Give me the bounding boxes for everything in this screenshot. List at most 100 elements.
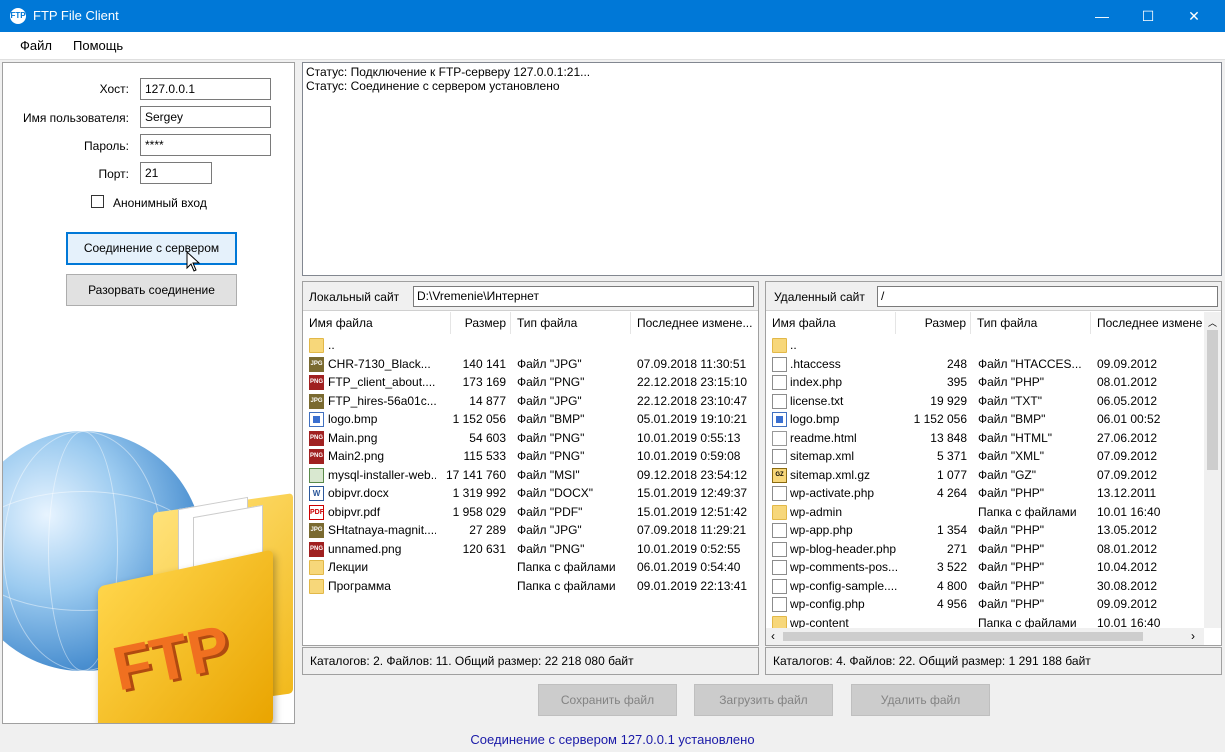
file-row[interactable]: Программа Папка с файлами 09.01.2019 22:13…	[303, 577, 758, 596]
file-name: FTP_hires-56a01c...	[328, 393, 436, 408]
file-row[interactable]: Wobipvr.docx 1 319 992 Файл "DOCX" 15.01.20…	[303, 484, 758, 503]
password-label: Пароль:	[84, 139, 129, 153]
remote-col-name[interactable]: Имя файла	[766, 312, 896, 334]
file-type: Папка с файлами	[517, 578, 616, 593]
file-row[interactable]: wp-activate.php 4 264 Файл "PHP" 13.12.2011	[766, 484, 1202, 503]
menu-file[interactable]: Файл	[20, 38, 52, 53]
remote-site-label: Удаленный сайт	[774, 290, 865, 304]
window-title: FTP File Client	[33, 8, 119, 23]
file-row[interactable]: ..	[303, 336, 758, 355]
scroll-left-icon[interactable]: ‹	[771, 629, 775, 643]
remote-col-type[interactable]: Тип файла	[971, 312, 1091, 334]
port-input[interactable]: 21	[140, 162, 212, 184]
disconnect-button[interactable]: Разорвать соединение	[66, 274, 237, 306]
remote-col-date[interactable]: Последнее измене	[1091, 312, 1204, 334]
file-type: Файл "PHP"	[978, 541, 1045, 556]
file-date: 22.12.2018 23:15:10	[637, 375, 748, 389]
file-name: wp-comments-pos...	[790, 560, 898, 574]
file-row[interactable]: PNG unnamed.png 120 631 Файл "PNG" 10.01.201…	[303, 540, 758, 559]
scroll-up-icon[interactable]: ︿	[1208, 316, 1217, 329]
menu-help[interactable]: Помощь	[73, 38, 123, 53]
file-date: 08.01.2012	[1097, 375, 1158, 389]
local-col-size[interactable]: Размер	[451, 312, 511, 334]
file-date: 13.12.2011	[1097, 486, 1157, 500]
file-name: Main.png	[328, 430, 378, 445]
file-size: 1 152 056	[452, 412, 506, 426]
file-size: 27 289	[469, 523, 506, 537]
file-row[interactable]: .htaccess 248 Файл "HTACCES... 09.09.2012	[766, 355, 1202, 374]
png-file-icon: PNG	[309, 541, 324, 557]
file-row[interactable]: JPG SHtatnaya-magnit.... 27 289 Файл "JPG" 0…	[303, 521, 758, 540]
file-row[interactable]: wp-app.php 1 354 Файл "PHP" 13.05.2012	[766, 521, 1202, 540]
scroll-thumb[interactable]	[1207, 330, 1218, 470]
file-row[interactable]: wp-blog-header.php 271 Файл "PHP" 08.01.201…	[766, 540, 1202, 559]
menu-bar: Файл Помощь	[0, 32, 1225, 60]
file-name: .htaccess	[790, 356, 841, 371]
file-row[interactable]: sitemap.xml 5 371 Файл "XML" 07.09.2012	[766, 447, 1202, 466]
remote-col-size[interactable]: Размер	[896, 312, 971, 334]
upload-file-button[interactable]: Загрузить файл	[694, 684, 833, 716]
remote-path-input[interactable]: /	[877, 286, 1218, 307]
close-button[interactable]: ✕	[1171, 0, 1217, 32]
file-row[interactable]: JPG FTP_hires-56a01c... 14 877 Файл "JPG" 22…	[303, 392, 758, 411]
status-log[interactable]: Статус: Подключение к FTP-серверу 127.0.…	[302, 62, 1222, 276]
remote-horizontal-scrollbar[interactable]: ‹ ›	[766, 628, 1204, 645]
file-row[interactable]: wp-comments-pos... 3 522 Файл "PHP" 10.04.2…	[766, 558, 1202, 577]
file-row[interactable]: GZ sitemap.xml.gz 1 077 Файл "GZ" 07.09.2012	[766, 466, 1202, 485]
file-icon	[772, 578, 787, 594]
anonymous-checkbox[interactable]	[91, 195, 104, 208]
file-size: 1 354	[936, 523, 967, 537]
file-name: index.php	[790, 375, 843, 389]
scroll-thumb-horizontal[interactable]	[783, 632, 1143, 641]
host-label: Хост:	[99, 82, 129, 96]
save-file-button[interactable]: Сохранить файл	[538, 684, 677, 716]
file-row[interactable]: Лекции Папка с файлами 06.01.2019 0:54:40	[303, 558, 758, 577]
file-row[interactable]: PNG Main2.png 115 533 Файл "PNG" 10.01.2019 …	[303, 447, 758, 466]
file-row[interactable]: logo.bmp 1 152 056 Файл "BMP" 06.01 00:52	[766, 410, 1202, 429]
file-row[interactable]: JPG CHR-7130_Black... 140 141 Файл "JPG" 07.…	[303, 355, 758, 374]
file-size: 120 631	[462, 541, 506, 556]
local-col-date[interactable]: Последнее измене...	[631, 312, 758, 334]
file-row[interactable]: logo.bmp 1 152 056 Файл "BMP" 05.01.2019 19…	[303, 410, 758, 429]
password-input[interactable]: ****	[140, 134, 271, 156]
file-date: 06.01.2019 0:54:40	[637, 560, 741, 574]
file-row[interactable]: ..	[766, 336, 1202, 355]
file-row[interactable]: PNG FTP_client_about.... 173 169 Файл "PNG"…	[303, 373, 758, 392]
file-row[interactable]: index.php 395 Файл "PHP" 08.01.2012	[766, 373, 1202, 392]
file-row[interactable]: mysql-installer-web... 17 141 760 Файл "MS…	[303, 466, 758, 485]
file-row[interactable]: PNG Main.png 54 603 Файл "PNG" 10.01.2019 0:…	[303, 429, 758, 448]
file-date: 22.12.2018 23:10:47	[637, 393, 748, 408]
username-input[interactable]: Sergey	[140, 106, 271, 128]
file-size: 19 929	[930, 393, 967, 408]
file-date: 05.01.2019 19:10:21	[637, 412, 748, 426]
file-type: Файл "HTML"	[978, 430, 1053, 445]
file-row[interactable]: license.txt 19 929 Файл "TXT" 06.05.2012	[766, 392, 1202, 411]
minimize-button[interactable]: —	[1079, 0, 1125, 32]
file-row[interactable]: wp-config.php 4 956 Файл "PHP" 09.09.2012	[766, 595, 1202, 614]
file-type: Файл "PHP"	[978, 486, 1045, 500]
file-name: ..	[790, 338, 797, 352]
connect-button[interactable]: Соединение с сервером	[66, 232, 237, 265]
maximize-button[interactable]: ☐	[1125, 0, 1171, 32]
file-row[interactable]: wp-admin Папка с файлами 10.01 16:40	[766, 503, 1202, 522]
file-icon	[772, 356, 787, 372]
username-label: Имя пользователя:	[22, 111, 129, 125]
png-file-icon: PNG	[309, 449, 324, 464]
file-row[interactable]: readme.html 13 848 Файл "HTML" 27.06.2012	[766, 429, 1202, 448]
file-type: Файл "PHP"	[978, 523, 1045, 537]
file-type: Папка с файлами	[517, 560, 616, 574]
file-row[interactable]: wp-config-sample.... 4 800 Файл "PHP" 30.08…	[766, 577, 1202, 596]
file-date: 10.04.2012	[1097, 560, 1158, 574]
remote-vertical-scrollbar[interactable]: ︿	[1204, 312, 1221, 628]
file-type: Файл "PHP"	[978, 560, 1045, 574]
scroll-right-icon[interactable]: ›	[1191, 629, 1195, 643]
file-row[interactable]: PDF obipvr.pdf 1 958 029 Файл "PDF" 15.01.20…	[303, 503, 758, 522]
local-col-name[interactable]: Имя файла	[303, 312, 451, 334]
local-path-input[interactable]: D:\Vremenie\Интернет	[413, 286, 754, 307]
host-input[interactable]: 127.0.0.1	[140, 78, 271, 100]
file-size: 13 848	[930, 430, 967, 445]
file-type: Файл "BMP"	[978, 412, 1046, 426]
delete-file-button[interactable]: Удалить файл	[851, 684, 990, 716]
local-col-type[interactable]: Тип файла	[511, 312, 631, 334]
file-name: readme.html	[790, 430, 857, 445]
